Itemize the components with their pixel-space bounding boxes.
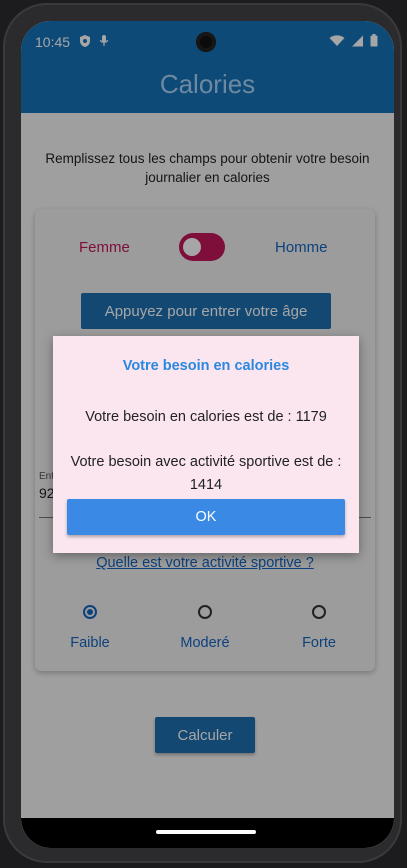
calories-dialog: Votre besoin en calories Votre besoin en… (53, 336, 359, 553)
phone-frame: 10:45 Calories Remplissez tous les champ… (3, 3, 402, 863)
dialog-title: Votre besoin en calories (122, 358, 290, 374)
ok-button[interactable]: OK (67, 499, 345, 535)
screen: 10:45 Calories Remplissez tous les champ… (21, 21, 394, 848)
home-gesture-bar[interactable] (156, 830, 256, 834)
dialog-activity-text: Votre besoin avec activité sportive est … (70, 454, 342, 493)
dialog-calories-text: Votre besoin en calories est de : 1179 (85, 409, 327, 425)
navigation-bar (21, 818, 394, 848)
